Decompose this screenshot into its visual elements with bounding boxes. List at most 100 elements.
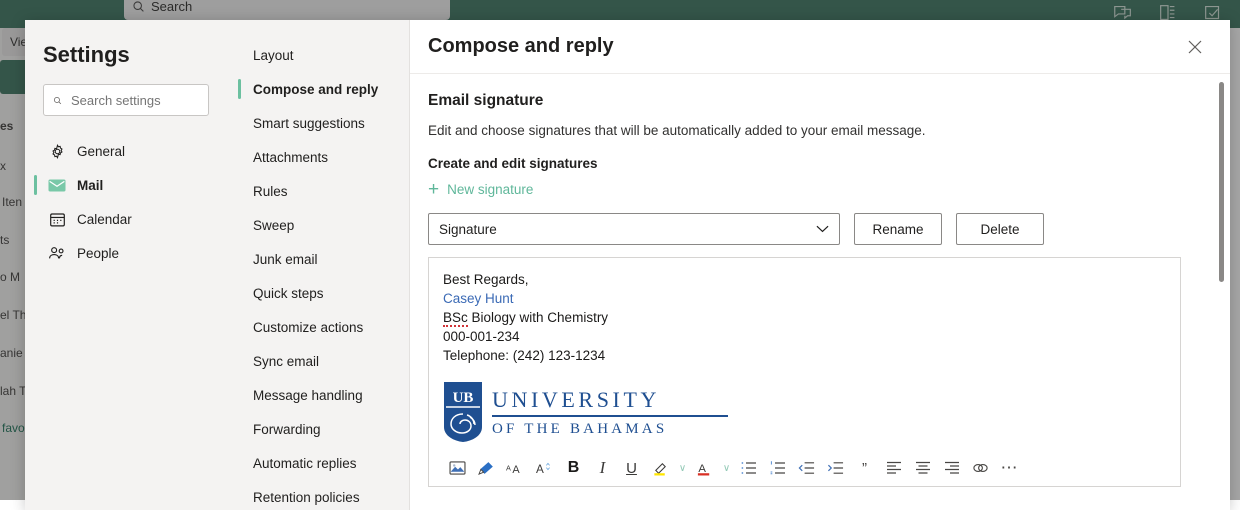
signature-line-degree-rest: Biology with Chemistry <box>467 310 609 325</box>
gear-icon <box>48 142 66 160</box>
subnav-item-sync-email[interactable]: Sync email <box>225 344 409 378</box>
subnav-item-rules[interactable]: Rules <box>225 174 409 208</box>
signature-select-value: Signature <box>439 221 497 237</box>
signature-line-phone: Telephone: (242) 123-1234 <box>443 348 606 363</box>
close-icon[interactable] <box>1180 32 1210 62</box>
format-painter-icon[interactable] <box>472 454 501 482</box>
svg-text:A: A <box>536 463 544 476</box>
subnav-label: Rules <box>253 183 288 199</box>
subnav-item-message-handling[interactable]: Message handling <box>225 378 409 412</box>
create-edit-signatures-label: Create and edit signatures <box>428 156 598 171</box>
signature-select[interactable]: Signature <box>428 213 840 245</box>
subnav-item-layout[interactable]: Layout <box>225 38 409 72</box>
align-center-icon[interactable] <box>908 454 937 482</box>
signature-editor-content[interactable]: Best Regards, Casey Hunt BSc Biology wit… <box>429 258 1180 443</box>
new-signature-button[interactable]: + New signature <box>428 180 533 199</box>
underline-icon[interactable]: U <box>617 454 646 482</box>
italic-icon[interactable]: I <box>588 454 617 482</box>
settings-category-label: Mail <box>77 177 104 193</box>
settings-dialog: Settings General <box>25 20 1230 510</box>
new-signature-label: New signature <box>447 182 534 197</box>
signature-editor[interactable]: Best Regards, Casey Hunt BSc Biology wit… <box>428 257 1181 487</box>
font-color-caret-icon[interactable]: ∨ <box>719 454 734 482</box>
subnav-item-sweep[interactable]: Sweep <box>225 208 409 242</box>
subnav-label: Junk email <box>253 251 318 267</box>
subnav-label: Attachments <box>253 149 329 165</box>
ub-shield-icon: UB <box>444 382 482 442</box>
align-left-icon[interactable] <box>879 454 908 482</box>
svg-text:UB: UB <box>453 390 474 406</box>
bold-icon[interactable]: B <box>559 454 588 482</box>
settings-subnav: Layout Compose and reply Smart suggestio… <box>225 20 410 510</box>
settings-category-people[interactable]: People <box>43 236 209 270</box>
subnav-label: Message handling <box>253 387 363 403</box>
subnav-label: Retention policies <box>253 489 360 505</box>
logo-divider <box>492 414 728 417</box>
subnav-label: Compose and reply <box>253 81 379 97</box>
section-description: Edit and choose signatures that will be … <box>428 123 926 138</box>
delete-button[interactable]: Delete <box>956 213 1044 245</box>
subnav-item-customize-actions[interactable]: Customize actions <box>225 310 409 344</box>
subnav-item-junk-email[interactable]: Junk email <box>225 242 409 276</box>
rename-button[interactable]: Rename <box>854 213 942 245</box>
misspelled-word: BSc <box>443 310 468 327</box>
align-right-icon[interactable] <box>937 454 966 482</box>
bulleted-list-icon[interactable] <box>734 454 763 482</box>
more-options-icon[interactable]: ⋯ <box>995 454 1024 482</box>
settings-category-calendar[interactable]: Calendar <box>43 202 209 236</box>
chevron-down-icon <box>816 225 829 233</box>
settings-category-sidebar: Settings General <box>25 20 225 510</box>
section-title: Email signature <box>428 92 544 109</box>
highlight-icon[interactable] <box>646 454 675 482</box>
subnav-item-retention-policies[interactable]: Retention policies <box>225 480 409 510</box>
decrease-indent-icon[interactable] <box>792 454 821 482</box>
subnav-item-quick-steps[interactable]: Quick steps <box>225 276 409 310</box>
subnav-label: Smart suggestions <box>253 115 365 131</box>
font-style-icon[interactable]: A <box>530 454 559 482</box>
subnav-label: Customize actions <box>253 319 364 335</box>
signature-controls-row: Signature Rename Delete <box>428 213 1206 245</box>
signature-line: Best Regards, <box>443 272 529 287</box>
subnav-item-automatic-replies[interactable]: Automatic replies <box>225 446 409 480</box>
font-color-icon[interactable]: A <box>690 454 719 482</box>
pane-scrollbar[interactable] <box>1219 82 1224 282</box>
pane-header: Compose and reply <box>410 20 1230 74</box>
settings-category-mail[interactable]: Mail <box>34 168 209 202</box>
signature-line-id: 000-001-234 <box>443 329 520 344</box>
increase-indent-icon[interactable] <box>821 454 850 482</box>
font-size-icon[interactable]: A A <box>501 454 530 482</box>
signature-line-degree: BSc Biology with Chemistry <box>443 308 1166 327</box>
subnav-label: Automatic replies <box>253 455 357 471</box>
page-title: Compose and reply <box>428 35 614 57</box>
settings-search-input[interactable] <box>69 91 199 109</box>
envelope-icon <box>48 176 66 194</box>
subnav-item-attachments[interactable]: Attachments <box>225 140 409 174</box>
university-logo: UB UNIVERSITY OF THE BAHAMAS <box>443 381 1166 443</box>
settings-content-pane: Compose and reply Email signature Edit a… <box>410 20 1230 510</box>
settings-search-field[interactable] <box>43 84 209 116</box>
quote-icon[interactable]: ” <box>850 454 879 482</box>
subnav-label: Quick steps <box>253 285 324 301</box>
svg-text:A: A <box>698 462 706 474</box>
search-icon <box>53 96 62 104</box>
highlight-caret-icon[interactable]: ∨ <box>675 454 690 482</box>
signature-line-name: Casey Hunt <box>443 291 514 306</box>
subnav-label: Sync email <box>253 353 320 369</box>
subnav-item-forwarding[interactable]: Forwarding <box>225 412 409 446</box>
subnav-label: Forwarding <box>253 421 321 437</box>
subnav-item-compose-and-reply[interactable]: Compose and reply <box>225 72 409 106</box>
subnav-label: Sweep <box>253 217 295 233</box>
university-logo-text: UNIVERSITY OF THE BAHAMAS <box>492 387 728 438</box>
pane-body: Email signature Edit and choose signatur… <box>410 74 1230 510</box>
numbered-list-icon[interactable] <box>763 454 792 482</box>
people-icon <box>48 244 66 262</box>
settings-category-general[interactable]: General <box>43 134 209 168</box>
settings-title: Settings <box>43 42 130 67</box>
insert-picture-icon[interactable] <box>443 454 472 482</box>
logo-line-1: UNIVERSITY <box>492 386 660 412</box>
logo-line-2: OF THE BAHAMAS <box>492 420 668 437</box>
svg-text:A: A <box>506 463 511 472</box>
insert-link-icon[interactable] <box>966 454 995 482</box>
settings-category-label: People <box>77 245 120 261</box>
subnav-item-smart-suggestions[interactable]: Smart suggestions <box>225 106 409 140</box>
